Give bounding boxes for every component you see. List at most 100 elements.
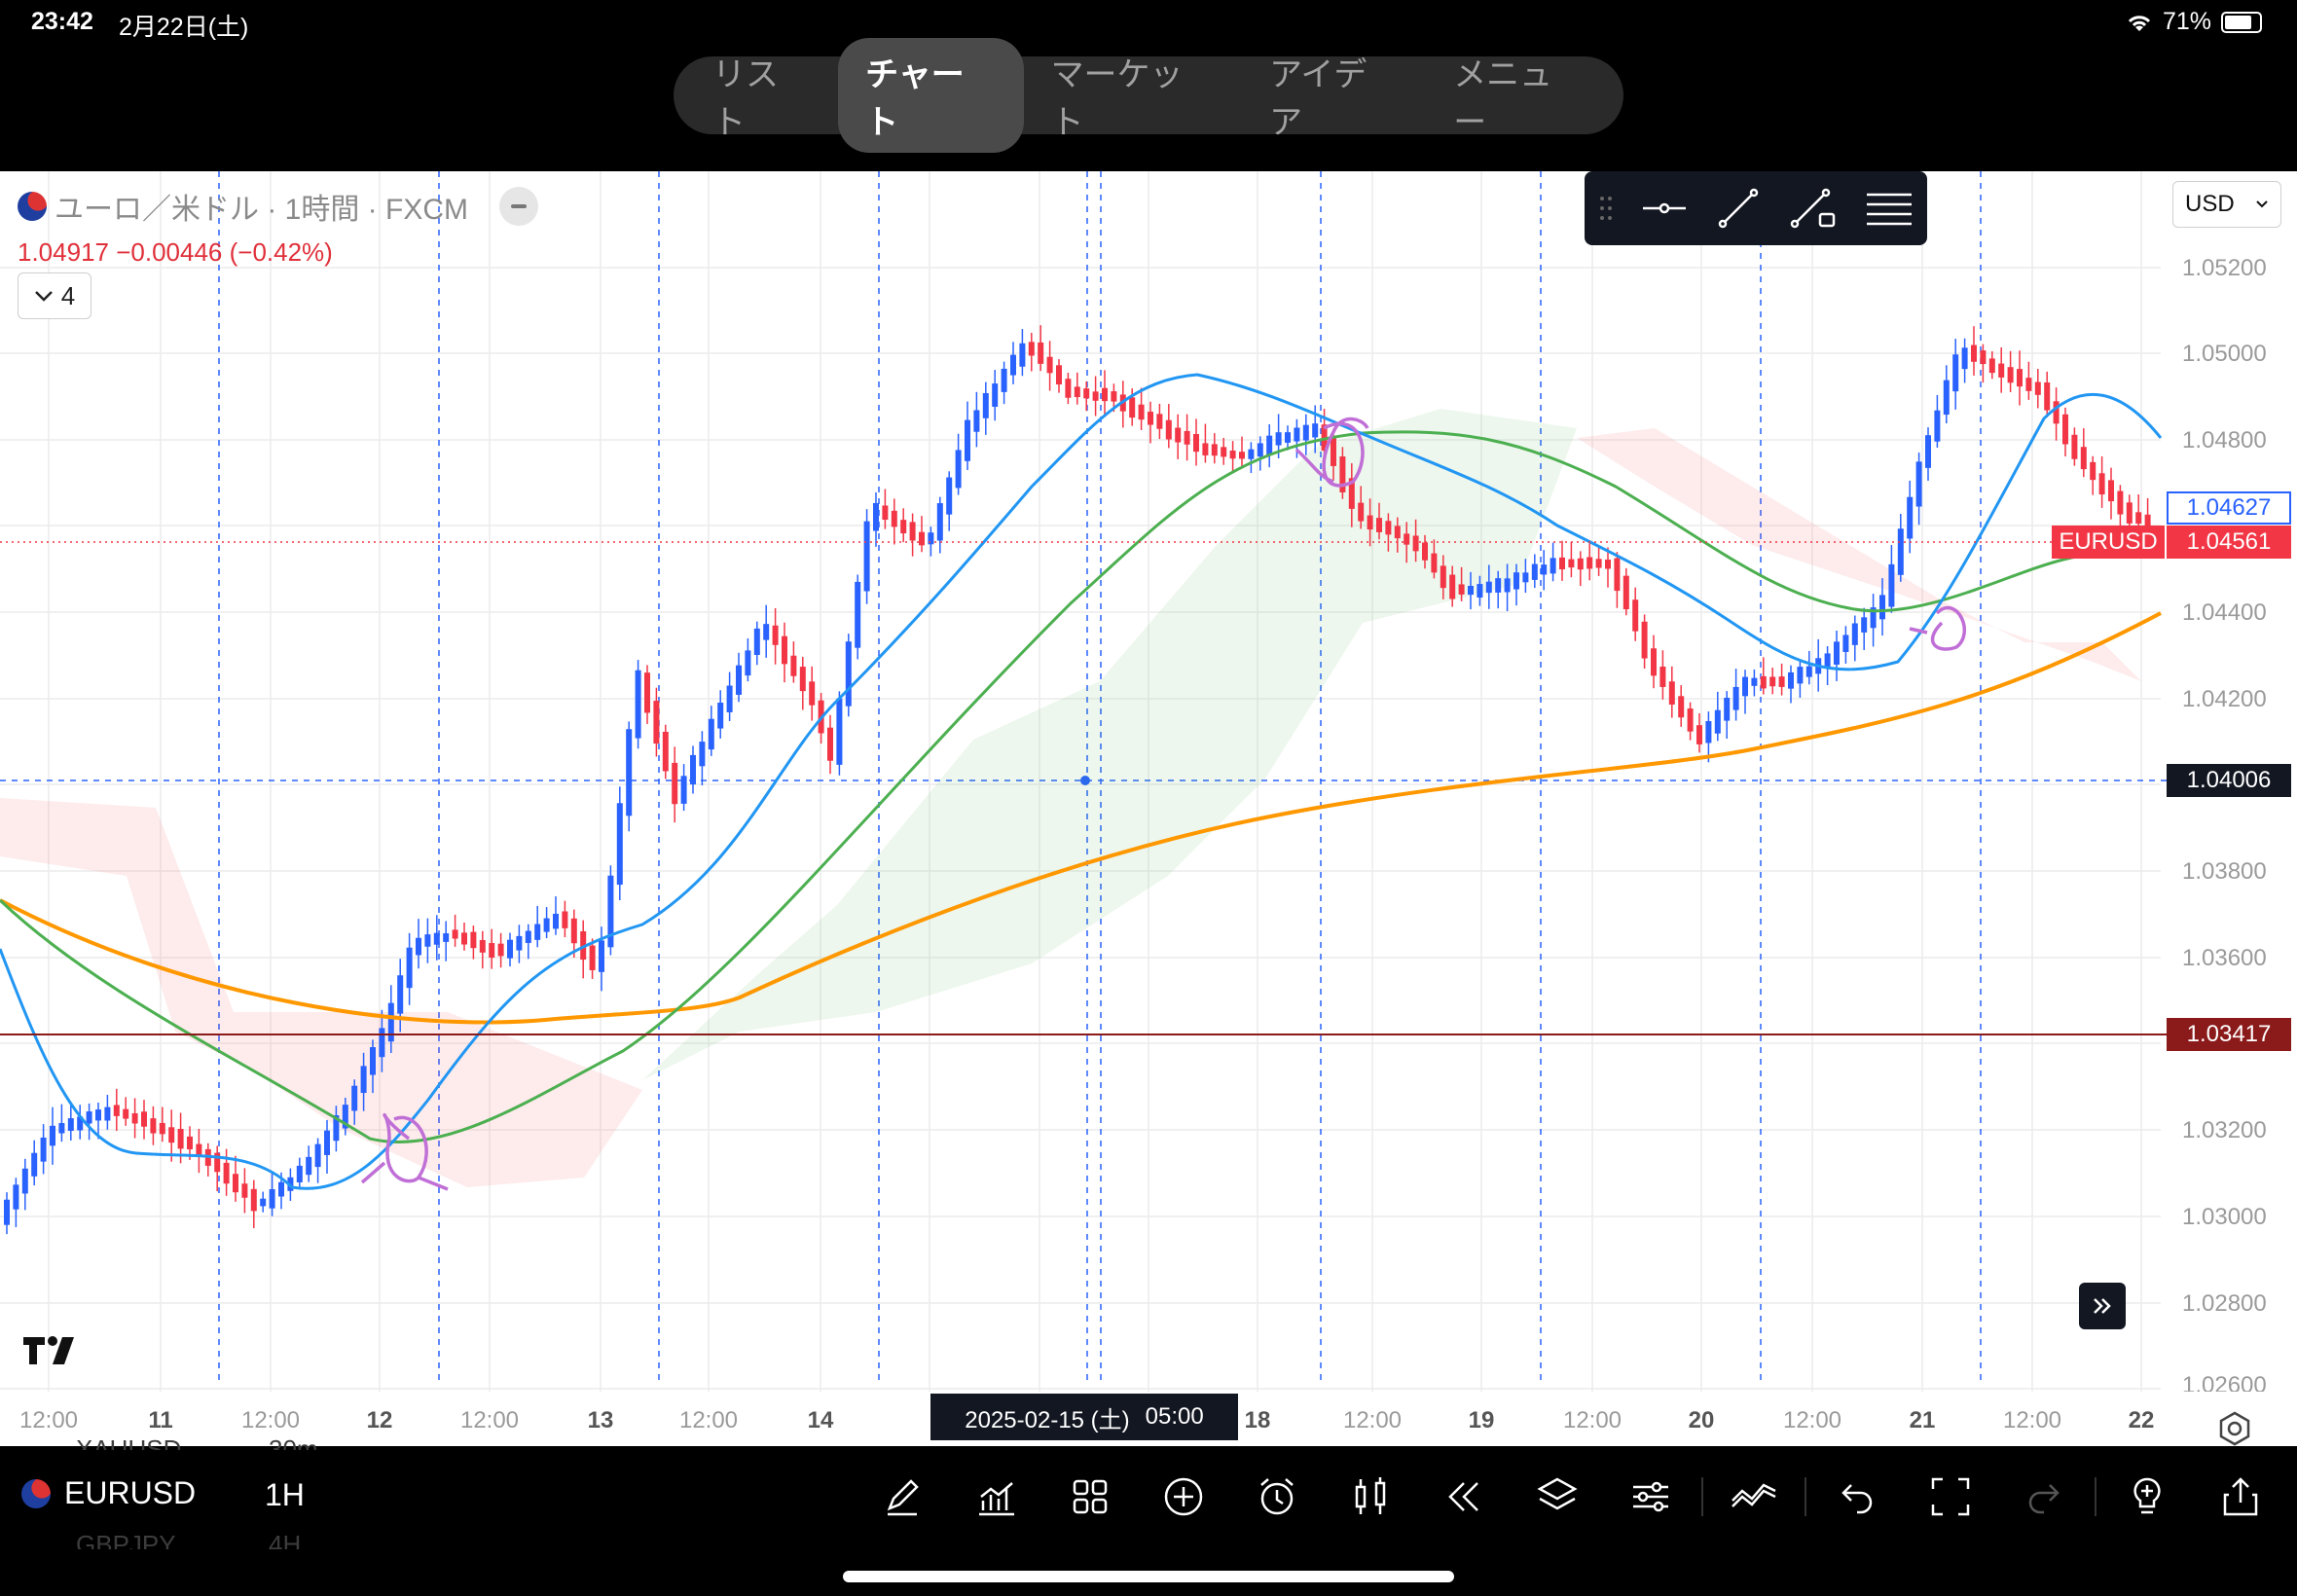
compare-button[interactable] — [1707, 1468, 1801, 1526]
collapse-legend-button[interactable] — [499, 187, 538, 226]
object-tree-button[interactable] — [1511, 1468, 1604, 1526]
candle-body — [443, 933, 450, 942]
battery-percent: 71% — [2162, 8, 2211, 35]
wifi-icon — [2128, 15, 2151, 31]
tab-ideas[interactable]: アイデア — [1242, 38, 1426, 153]
horizontal-ray-icon[interactable] — [1641, 194, 1688, 223]
ideas-button[interactable] — [2100, 1468, 2194, 1526]
redo-button[interactable] — [1997, 1468, 2091, 1526]
tab-chart[interactable]: チャート — [838, 38, 1024, 153]
candle-body — [379, 1028, 385, 1058]
candle-body — [1513, 572, 1519, 590]
alert-button[interactable] — [1230, 1468, 1324, 1526]
candle-body — [150, 1118, 157, 1134]
price-tick: 1.05000 — [2182, 341, 2267, 367]
candle-body — [461, 932, 467, 945]
candle-body — [2044, 382, 2051, 411]
chart-pane[interactable] — [0, 171, 2297, 1446]
candle-body — [1577, 558, 1584, 570]
symbol-title[interactable]: ユーロ／米ドル · 1時間 · FXCM — [55, 185, 468, 228]
currency-select[interactable]: USD — [2172, 181, 2281, 228]
chart-settings-icon[interactable] — [2215, 1409, 2254, 1448]
candle-body — [1440, 565, 1446, 589]
chart-tools — [857, 1468, 2287, 1526]
layouts-button[interactable] — [1043, 1468, 1137, 1526]
candle-body — [489, 943, 495, 959]
status-date: 2月22日(土) — [119, 14, 249, 41]
candle-body — [599, 940, 604, 972]
candle-body — [2017, 369, 2023, 387]
candle-body — [351, 1085, 358, 1111]
candle-body — [187, 1136, 193, 1149]
chart-legend: ユーロ／米ドル · 1時間 · FXCM 1.04917 −0.00446 (−… — [18, 185, 538, 268]
price-tick: 1.02600 — [2182, 1372, 2267, 1392]
fullscreen-button[interactable] — [1904, 1468, 1997, 1526]
candle-body — [1504, 578, 1511, 593]
candle-body — [67, 1118, 74, 1132]
candle-body — [370, 1047, 376, 1075]
candle-body — [1541, 564, 1548, 575]
shape-line-icon[interactable] — [1789, 187, 1838, 230]
candle-body — [497, 943, 504, 957]
candle-body — [1458, 584, 1465, 595]
candle-body — [131, 1112, 138, 1124]
settings-button[interactable] — [1604, 1468, 1697, 1526]
candle-body — [223, 1162, 230, 1184]
candle-body — [1788, 671, 1794, 689]
candle-body — [534, 924, 541, 940]
scroll-to-realtime-button[interactable] — [2079, 1283, 2126, 1329]
candle-body — [1046, 356, 1053, 374]
chart-type-button[interactable] — [1324, 1468, 1417, 1526]
grip-icon[interactable] — [1598, 194, 1614, 223]
indicators-toggle-button[interactable]: 4 — [18, 272, 91, 319]
candle-body — [1404, 533, 1410, 545]
candle-body — [726, 685, 733, 712]
undo-button[interactable] — [1810, 1468, 1904, 1526]
tab-menu[interactable]: メニュー — [1426, 38, 1612, 153]
time-tick: 22 — [2128, 1407, 2155, 1433]
replay-button[interactable] — [1417, 1468, 1511, 1526]
price-chart[interactable] — [0, 171, 2297, 1446]
candle-body — [4, 1199, 10, 1225]
candle-body — [31, 1152, 38, 1177]
candle-body — [1980, 350, 1987, 365]
candles-icon — [1355, 1477, 1386, 1514]
timeframe-selector[interactable]: 1H — [265, 1477, 305, 1513]
alarm-clock-icon — [1260, 1478, 1294, 1515]
candle-body — [2034, 381, 2041, 395]
drawing-tools-button[interactable] — [857, 1468, 950, 1526]
tab-market[interactable]: マーケット — [1024, 38, 1243, 153]
time-tick: 12:00 — [2002, 1407, 2062, 1433]
candle-body — [900, 520, 907, 534]
share-button[interactable] — [2194, 1468, 2287, 1526]
candle-body — [1074, 386, 1080, 398]
candle-body — [1331, 435, 1336, 466]
toolbar-divider — [1701, 1477, 1703, 1516]
trend-line-icon[interactable] — [1715, 187, 1762, 230]
price-tick: 1.03000 — [2182, 1204, 2267, 1230]
price-tick: 1.03800 — [2182, 858, 2267, 885]
time-tick: 14 — [807, 1407, 834, 1433]
alert-line-label[interactable]: 1.03417 — [2167, 1018, 2291, 1051]
time-tick: 11 — [148, 1407, 173, 1433]
candle-body — [113, 1105, 120, 1116]
price-tick: 1.03600 — [2182, 945, 2267, 971]
candle-body — [1358, 502, 1365, 522]
candle-body — [1925, 435, 1931, 468]
candle-body — [1651, 648, 1657, 676]
lines-list-icon[interactable] — [1865, 189, 1914, 228]
indicators-button[interactable] — [950, 1468, 1043, 1526]
status-time: 23:42 — [31, 8, 93, 35]
time-tick: 12:00 — [459, 1407, 520, 1433]
plus-circle-icon — [1164, 1477, 1203, 1516]
candle-body — [1010, 354, 1016, 376]
tab-list[interactable]: リスト — [685, 38, 838, 153]
symbol-selector[interactable]: EURUSD — [21, 1475, 196, 1511]
candle-body — [1156, 414, 1163, 429]
candle-body — [936, 503, 943, 541]
undo-icon — [1841, 1484, 1873, 1514]
sliders-icon — [1633, 1481, 1668, 1512]
candle-body — [1092, 391, 1099, 401]
candle-body — [1275, 432, 1282, 446]
add-button[interactable] — [1137, 1468, 1230, 1526]
